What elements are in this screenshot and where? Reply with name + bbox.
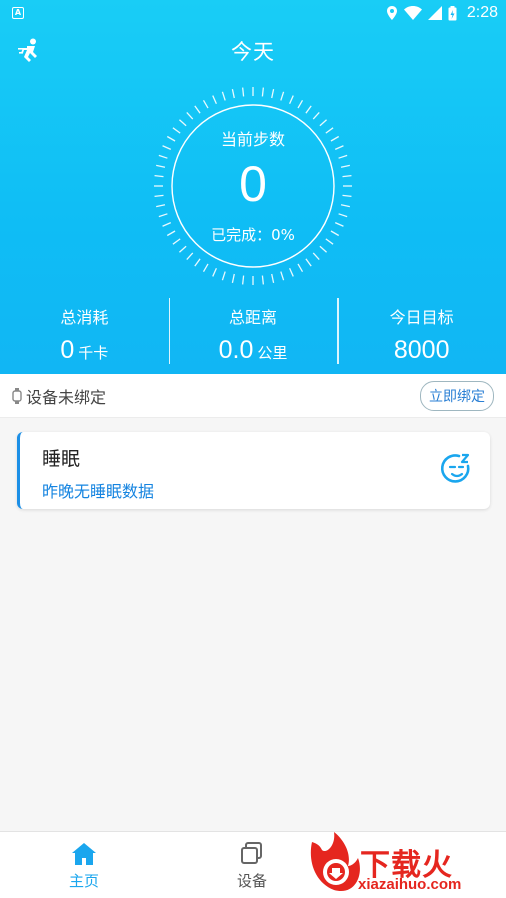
- calories-unit: 千卡: [78, 344, 109, 362]
- device-status-text: 设备未绑定: [26, 387, 107, 407]
- status-bar: A 2:28: [0, 0, 506, 26]
- app-notification-icon: A: [12, 7, 24, 19]
- runner-icon[interactable]: [18, 38, 42, 64]
- stat-goal[interactable]: 今日目标 8000: [337, 296, 506, 366]
- sleep-icon: [440, 453, 470, 483]
- stat-distance: 总距离 0.0 公里: [168, 296, 338, 366]
- watch-icon: [12, 387, 22, 404]
- stat-value: 0 千卡: [0, 336, 169, 365]
- step-label: 当前步数: [220, 130, 285, 149]
- toolbar: 今天: [0, 28, 506, 74]
- watermark-url: xiazaihuo.com: [358, 876, 462, 893]
- nav-home-label: 主页: [68, 872, 99, 890]
- completion-text: 已完成：0%: [211, 226, 295, 244]
- device-status-bar: 设备未绑定 立即绑定: [0, 374, 506, 418]
- stat-value: 0.0 公里: [169, 336, 338, 365]
- signal-icon: [427, 6, 442, 20]
- home-icon: [72, 843, 96, 865]
- stat-value: 8000: [337, 336, 506, 365]
- sleep-card[interactable]: 睡眠 昨晚无睡眠数据: [17, 432, 490, 509]
- clock-time: 2:28: [466, 4, 498, 21]
- distance-unit: 公里: [257, 344, 288, 362]
- stat-label: 总距离: [229, 308, 278, 327]
- stat-calories: 总消耗 0 千卡: [0, 296, 169, 366]
- page-title: 今天: [231, 40, 275, 64]
- calories-value: 0: [60, 336, 75, 364]
- wifi-icon: [403, 6, 422, 20]
- distance-value: 0.0: [218, 336, 254, 364]
- battery-icon: [448, 5, 457, 20]
- stat-label: 今日目标: [389, 308, 454, 327]
- stat-label: 总消耗: [60, 308, 109, 327]
- location-icon: [386, 6, 397, 20]
- nav-home[interactable]: 主页: [0, 832, 168, 898]
- sleep-card-title: 睡眠: [42, 448, 81, 470]
- step-count: 0: [239, 156, 267, 212]
- step-dial-text: 当前步数 0 已完成：0%: [151, 84, 355, 288]
- header-section: A 2:28 今天 当前步数 0 已完成：0% 总消耗 0 千卡 总距离 0.0…: [0, 0, 506, 374]
- bind-device-button[interactable]: 立即绑定: [420, 380, 494, 411]
- goal-value: 8000: [393, 336, 450, 364]
- stats-row: 总消耗 0 千卡 总距离 0.0 公里 今日目标 8000: [0, 296, 506, 366]
- device-icon: [241, 842, 262, 864]
- sleep-card-subtitle: 昨晚无睡眠数据: [42, 482, 155, 501]
